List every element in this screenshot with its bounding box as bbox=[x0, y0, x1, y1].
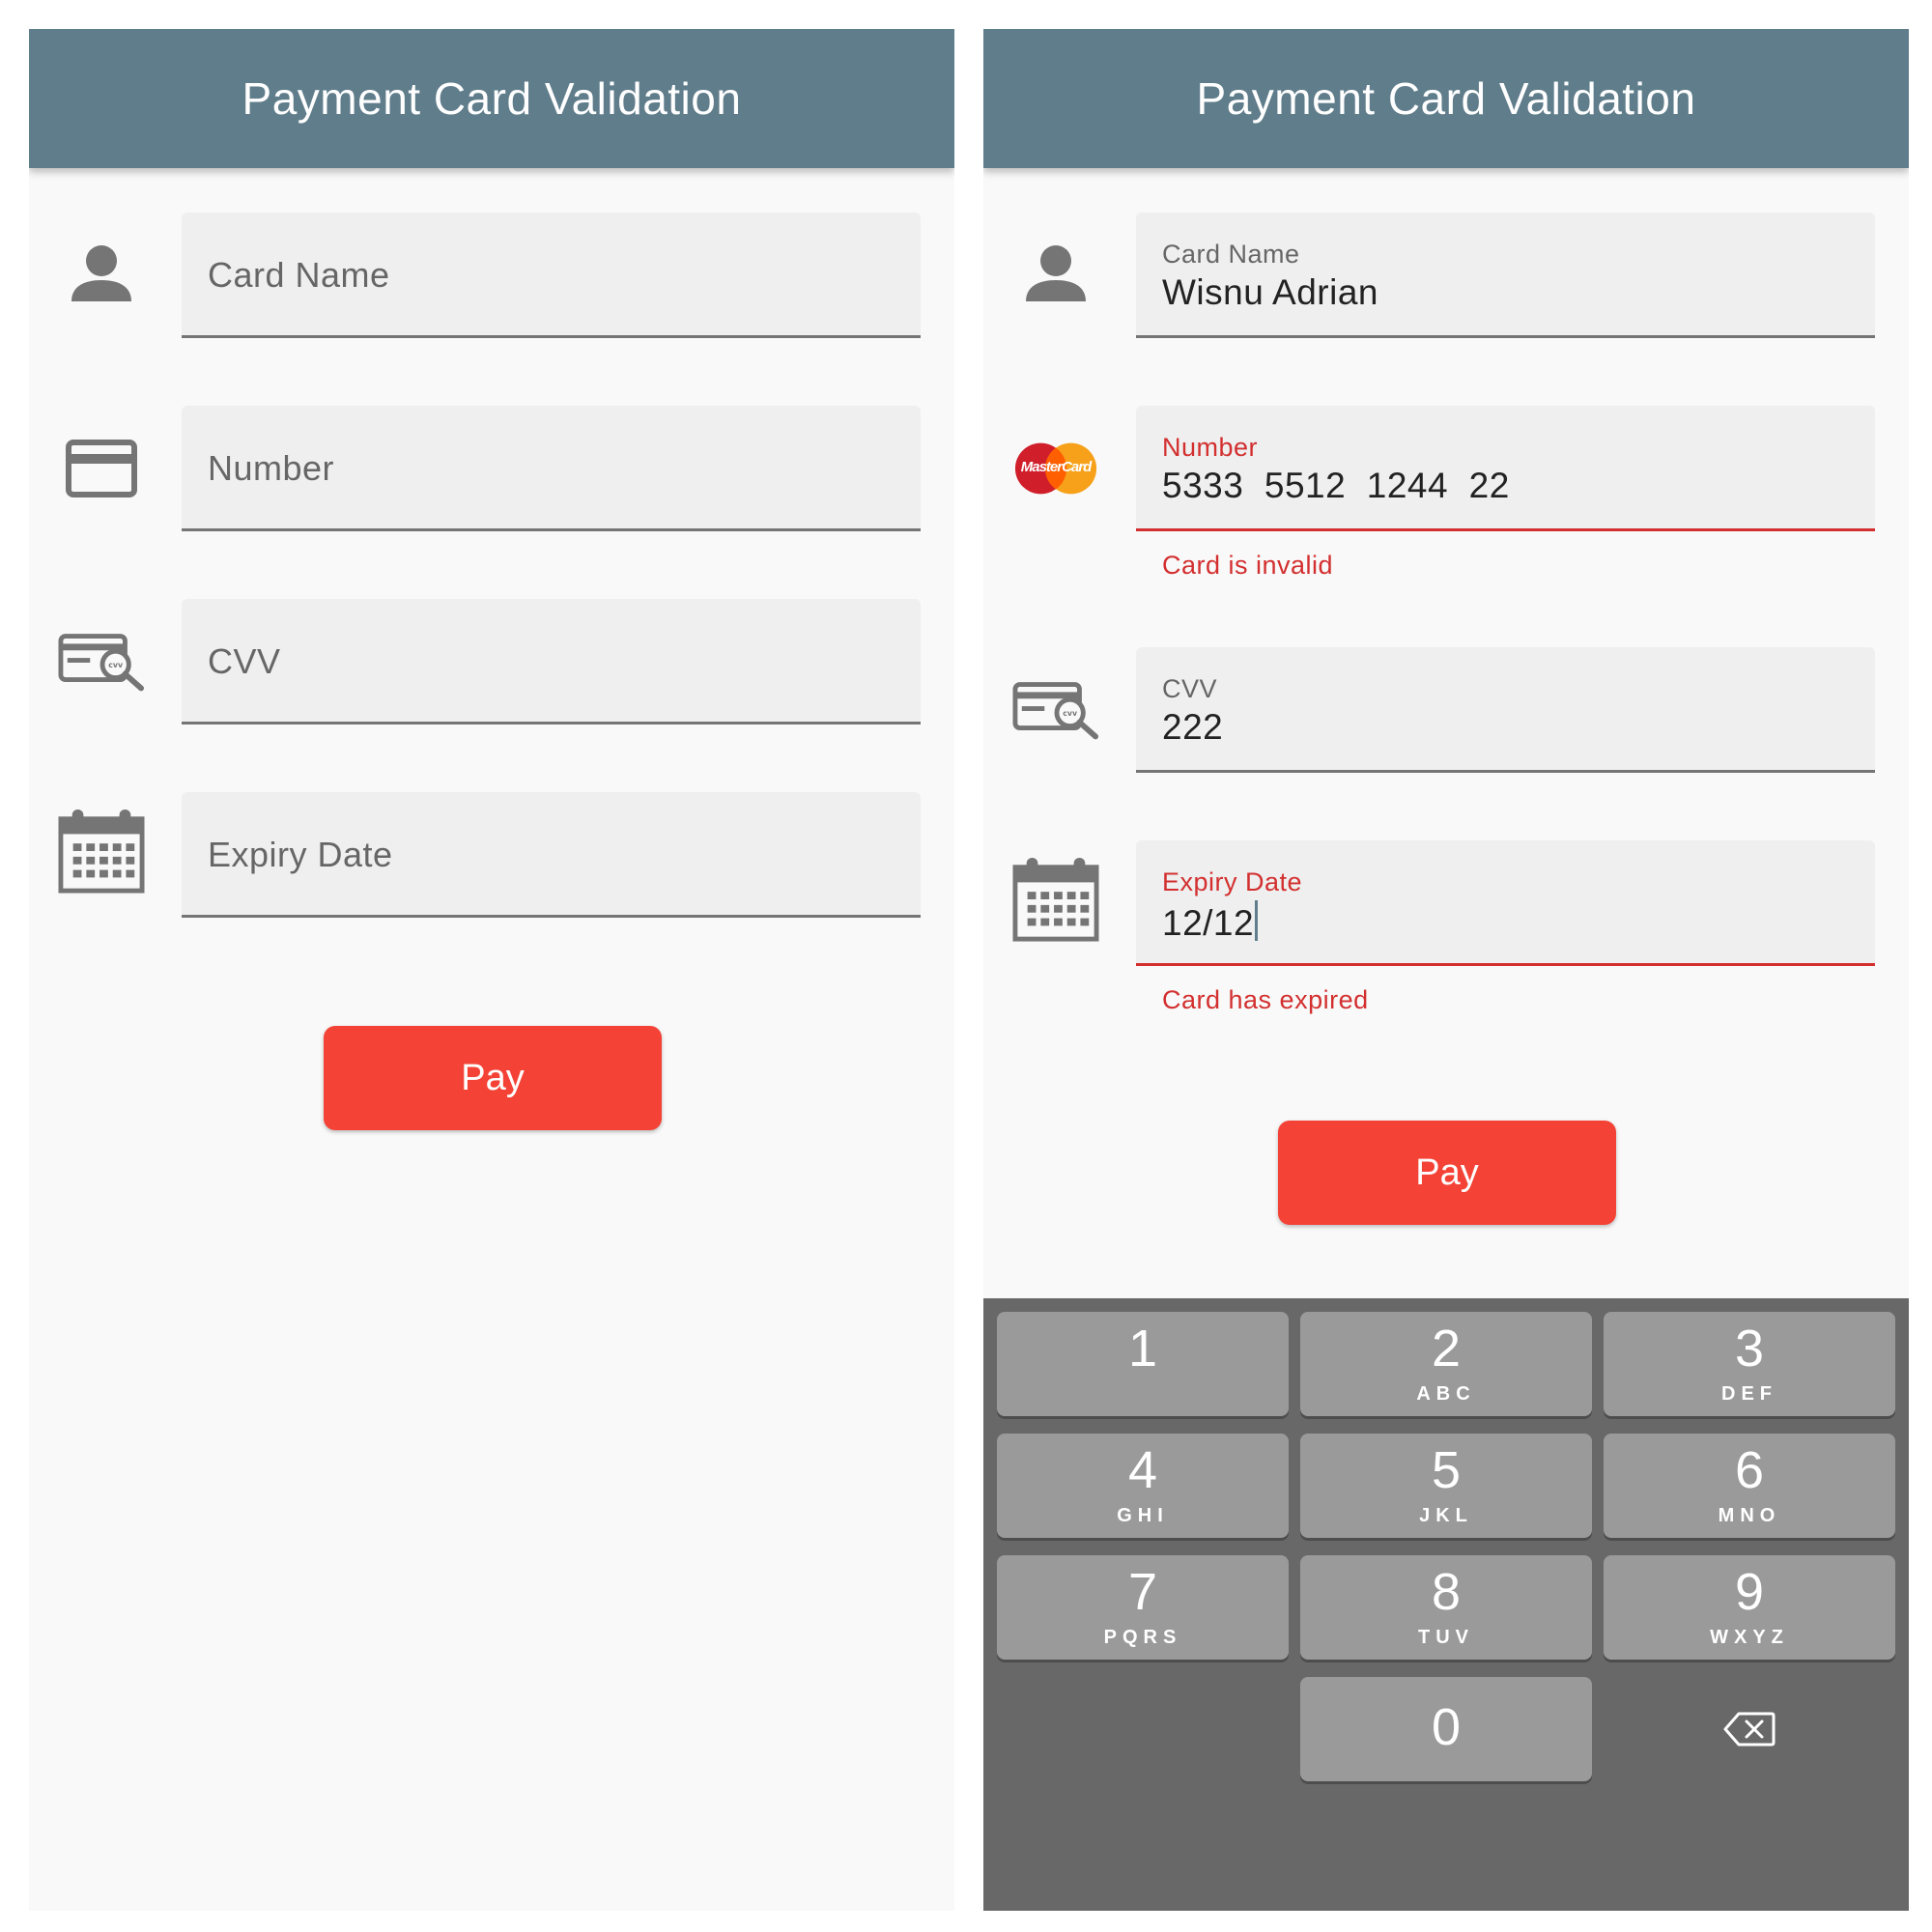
key-digit: 9 bbox=[1734, 1563, 1765, 1621]
key-9[interactable]: 9 WXYZ bbox=[1604, 1555, 1895, 1660]
app-bar-title: Payment Card Validation bbox=[1196, 73, 1696, 124]
expiry-label: Expiry Date bbox=[1162, 867, 1303, 896]
pay-button[interactable]: Pay bbox=[324, 1026, 662, 1130]
number-field[interactable]: Number 5333 5512 1244 22 bbox=[1136, 406, 1875, 531]
pay-button[interactable]: Pay bbox=[1278, 1121, 1616, 1225]
cvv-field[interactable]: CVV 222 bbox=[1136, 647, 1875, 773]
number-label: Number bbox=[1162, 433, 1259, 462]
filled-form-screen: Payment Card Validation Card Name Wisnu … bbox=[983, 29, 1909, 1911]
card-name-field[interactable]: Card Name Wisnu Adrian bbox=[1136, 213, 1875, 338]
key-digit: 6 bbox=[1734, 1441, 1765, 1499]
person-icon bbox=[1012, 232, 1099, 319]
key-3[interactable]: 3 DEF bbox=[1604, 1312, 1895, 1416]
key-0[interactable]: 0 bbox=[1300, 1677, 1592, 1781]
calendar-icon bbox=[58, 808, 145, 895]
key-digit: 3 bbox=[1734, 1320, 1765, 1378]
backspace-icon[interactable] bbox=[1604, 1677, 1895, 1781]
key-letters: TUV bbox=[1418, 1627, 1474, 1648]
key-letters: JKL bbox=[1419, 1505, 1473, 1526]
key-digit: 5 bbox=[1431, 1441, 1462, 1499]
key-4[interactable]: 4 GHI bbox=[997, 1434, 1289, 1538]
key-2[interactable]: 2 ABC bbox=[1300, 1312, 1592, 1416]
svg-text:cvv: cvv bbox=[1063, 709, 1077, 718]
key-digit: 2 bbox=[1431, 1320, 1462, 1378]
number-placeholder: Number bbox=[208, 448, 335, 488]
cvv-label: CVV bbox=[1162, 674, 1218, 703]
expiry-placeholder: Expiry Date bbox=[208, 835, 393, 874]
key-digit: 8 bbox=[1431, 1563, 1462, 1621]
cvv-search-icon: cvv bbox=[1012, 667, 1099, 753]
key-letters: ABC bbox=[1416, 1383, 1476, 1405]
text-cursor bbox=[1255, 900, 1259, 941]
number-value: 5333 5512 1244 22 bbox=[1162, 466, 1510, 505]
card-brand-label: MasterCard bbox=[1020, 459, 1093, 475]
cvv-placeholder: CVV bbox=[208, 641, 281, 681]
cvv-field[interactable]: CVV bbox=[182, 599, 921, 724]
key-digit: 7 bbox=[1127, 1563, 1158, 1621]
expiry-field[interactable]: Expiry Date 12/12 bbox=[1136, 840, 1875, 966]
empty-form-screen: Payment Card Validation Card Name Number bbox=[29, 29, 954, 1911]
key-digit: 1 bbox=[1127, 1320, 1158, 1378]
key-letters: PQRS bbox=[1103, 1627, 1182, 1648]
cvv-search-icon: cvv bbox=[58, 618, 145, 705]
key-letters: MNO bbox=[1718, 1505, 1781, 1526]
key-letters: WXYZ bbox=[1710, 1627, 1789, 1648]
expiry-error-text: Card has expired bbox=[1162, 985, 1369, 1014]
credit-card-icon bbox=[58, 425, 145, 512]
calendar-icon bbox=[1012, 856, 1099, 943]
key-letters: DEF bbox=[1721, 1383, 1777, 1405]
key-letters: GHI bbox=[1117, 1505, 1169, 1526]
expiry-value: 12/12 bbox=[1162, 903, 1255, 943]
key-1[interactable]: 1 bbox=[997, 1312, 1289, 1416]
app-bar-title: Payment Card Validation bbox=[242, 73, 742, 124]
app-bar: Payment Card Validation bbox=[983, 29, 1909, 168]
card-name-label: Card Name bbox=[1162, 240, 1300, 269]
card-name-value: Wisnu Adrian bbox=[1162, 272, 1378, 312]
expiry-value-wrap: 12/12 bbox=[1162, 900, 1259, 944]
key-7[interactable]: 7 PQRS bbox=[997, 1555, 1289, 1660]
numeric-keypad: 1 2 ABC 3 DEF 4 GHI 5 JKL 6 MNO 7 PQRS 8 bbox=[983, 1298, 1909, 1911]
number-error-text: Card is invalid bbox=[1162, 551, 1334, 580]
number-field[interactable]: Number bbox=[182, 406, 921, 531]
app-bar: Payment Card Validation bbox=[29, 29, 954, 168]
svg-text:cvv: cvv bbox=[108, 661, 123, 669]
key-8[interactable]: 8 TUV bbox=[1300, 1555, 1592, 1660]
key-digit: 4 bbox=[1127, 1441, 1158, 1499]
cvv-value: 222 bbox=[1162, 707, 1224, 747]
card-name-placeholder: Card Name bbox=[208, 255, 390, 295]
person-icon bbox=[58, 232, 145, 319]
expiry-field[interactable]: Expiry Date bbox=[182, 792, 921, 918]
key-digit: 0 bbox=[1431, 1698, 1462, 1756]
card-name-field[interactable]: Card Name bbox=[182, 213, 921, 338]
mastercard-logo-icon: MasterCard bbox=[1012, 425, 1099, 512]
key-6[interactable]: 6 MNO bbox=[1604, 1434, 1895, 1538]
key-5[interactable]: 5 JKL bbox=[1300, 1434, 1592, 1538]
